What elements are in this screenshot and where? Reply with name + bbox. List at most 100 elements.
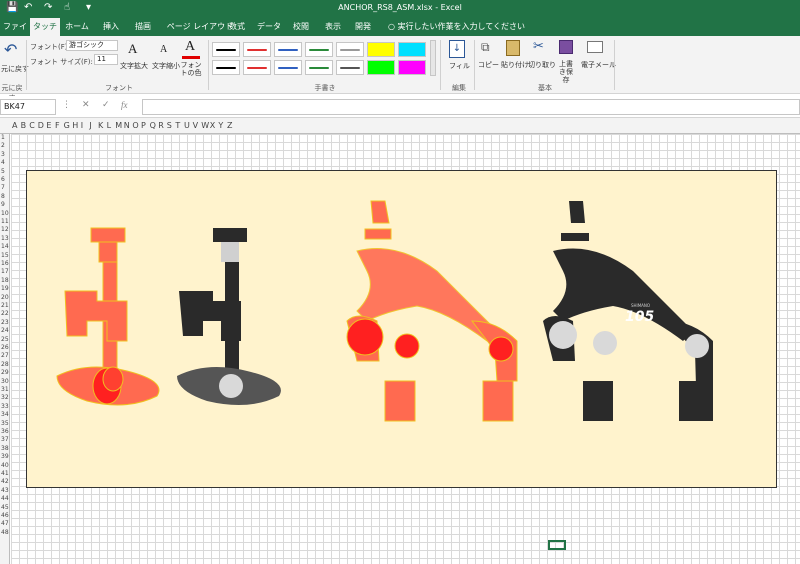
row-header[interactable]: 19 [1, 285, 9, 292]
pen-swatch[interactable] [212, 60, 240, 75]
row-header[interactable]: 4 [1, 159, 5, 166]
row-header[interactable]: 35 [1, 420, 9, 427]
row-header[interactable]: 12 [1, 226, 9, 233]
row-header[interactable]: 24 [1, 327, 9, 334]
column-header[interactable]: M [115, 121, 122, 130]
row-header[interactable]: 32 [1, 394, 9, 401]
undo-button-label[interactable]: 元に戻す [1, 64, 29, 74]
grow-font-icon[interactable]: A [128, 41, 137, 57]
row-header[interactable]: 20 [1, 294, 9, 301]
column-header[interactable]: D [38, 121, 44, 130]
column-header[interactable]: L [107, 121, 111, 130]
tab-developer[interactable]: 開発 [350, 18, 376, 36]
column-header[interactable]: H [72, 121, 78, 130]
shrink-font-icon[interactable]: A [160, 44, 167, 55]
font-color-label[interactable]: フォントの色 [178, 61, 204, 77]
row-header[interactable]: 15 [1, 252, 9, 259]
row-header[interactable]: 7 [1, 184, 5, 191]
paste-label[interactable]: 貼り付け [501, 60, 529, 70]
column-header[interactable]: O [132, 121, 138, 130]
row-header[interactable]: 26 [1, 344, 9, 351]
column-header[interactable]: X [210, 121, 215, 130]
row-header[interactable]: 37 [1, 436, 9, 443]
tab-formulas[interactable]: 数式 [224, 18, 250, 36]
row-header[interactable]: 29 [1, 369, 9, 376]
tab-home[interactable]: ホーム [62, 18, 92, 36]
row-header[interactable]: 1 [1, 134, 5, 141]
pen-gallery-scroll[interactable] [430, 40, 436, 76]
drawing-canvas[interactable]: 105 SHIMANO [26, 170, 777, 488]
row-header[interactable]: 40 [1, 462, 9, 469]
name-box[interactable]: BK47 [0, 99, 56, 115]
column-header[interactable]: A [12, 121, 17, 130]
row-header[interactable]: 34 [1, 411, 9, 418]
cut-label[interactable]: 切り取り [528, 60, 556, 70]
column-header[interactable]: S [167, 121, 172, 130]
row-header[interactable]: 42 [1, 478, 9, 485]
fill-button-label[interactable]: フィル [449, 61, 470, 71]
column-header[interactable]: I [81, 121, 83, 130]
column-header[interactable]: T [175, 121, 180, 130]
pen-swatch[interactable] [367, 60, 395, 75]
tell-me-box[interactable]: ○ 実行したい作業を入力してください [388, 18, 525, 36]
undo-large-icon[interactable]: ↶ [4, 40, 17, 59]
insert-function-icon[interactable]: fx [121, 100, 128, 110]
tab-view[interactable]: 表示 [320, 18, 346, 36]
column-header[interactable]: C [29, 121, 35, 130]
row-header[interactable]: 25 [1, 336, 9, 343]
row-header[interactable]: 8 [1, 193, 5, 200]
row-header[interactable]: 38 [1, 445, 9, 452]
column-header[interactable]: B [21, 121, 27, 130]
font-name-select[interactable]: 游ゴシック [66, 40, 118, 51]
pen-swatch[interactable] [367, 42, 395, 57]
column-header[interactable]: K [98, 121, 103, 130]
row-header[interactable]: 10 [1, 210, 9, 217]
row-header[interactable]: 47 [1, 520, 9, 527]
cancel-icon[interactable]: ✕ [82, 100, 90, 110]
column-header[interactable]: R [158, 121, 164, 130]
row-header[interactable]: 17 [1, 268, 9, 275]
pen-swatch[interactable] [274, 60, 302, 75]
row-header[interactable]: 11 [1, 218, 9, 225]
column-header[interactable]: E [46, 121, 51, 130]
row-header[interactable]: 28 [1, 361, 9, 368]
column-header[interactable]: Y [218, 121, 223, 130]
pen-swatch[interactable] [243, 42, 271, 57]
row-header[interactable]: 9 [1, 201, 5, 208]
formula-input[interactable] [142, 99, 800, 115]
pen-swatch[interactable] [398, 42, 426, 57]
copy-icon[interactable]: ⧉ [481, 40, 490, 55]
pen-swatch[interactable] [243, 60, 271, 75]
column-header[interactable]: V [193, 121, 198, 130]
grow-font-label[interactable]: 文字拡大 [120, 61, 148, 71]
tab-review[interactable]: 校閲 [288, 18, 314, 36]
email-icon[interactable] [587, 41, 603, 53]
column-header[interactable]: Q [150, 121, 156, 130]
row-header[interactable]: 14 [1, 243, 9, 250]
fill-down-icon[interactable]: ↓ [449, 40, 465, 58]
row-header[interactable]: 44 [1, 495, 9, 502]
row-header[interactable]: 31 [1, 386, 9, 393]
row-header[interactable]: 2 [1, 142, 5, 149]
row-header[interactable]: 33 [1, 403, 9, 410]
column-header[interactable]: P [141, 121, 146, 130]
email-label[interactable]: 電子メール [581, 60, 616, 70]
paste-icon[interactable] [506, 40, 520, 56]
column-header[interactable]: Z [227, 121, 232, 130]
save-large-icon[interactable] [559, 40, 573, 54]
enter-icon[interactable]: ✓ [102, 100, 110, 110]
pen-swatch[interactable] [305, 42, 333, 57]
row-header[interactable]: 48 [1, 529, 9, 536]
row-header[interactable]: 39 [1, 453, 9, 460]
row-header[interactable]: 5 [1, 168, 5, 175]
shrink-font-label[interactable]: 文字縮小 [152, 61, 180, 71]
row-header[interactable]: 6 [1, 176, 5, 183]
tab-touch[interactable]: タッチ [30, 18, 60, 36]
pen-swatch[interactable] [305, 60, 333, 75]
row-header[interactable]: 36 [1, 428, 9, 435]
tab-file[interactable]: ファイル [0, 18, 30, 49]
pen-swatch[interactable] [212, 42, 240, 57]
copy-label[interactable]: コピー [478, 60, 499, 70]
pen-swatch[interactable] [336, 42, 364, 57]
column-header[interactable]: N [124, 121, 130, 130]
